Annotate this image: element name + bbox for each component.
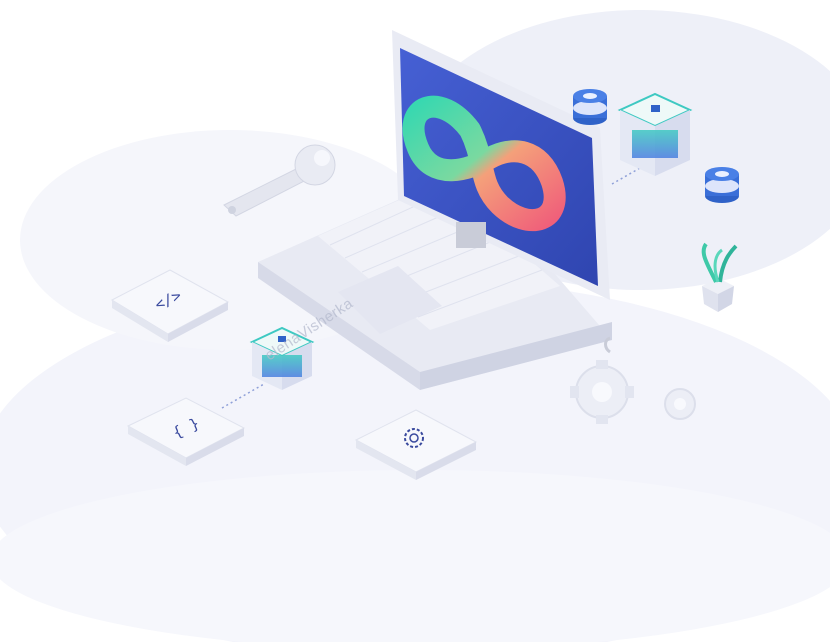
database-icon-right xyxy=(705,167,739,203)
database-icon xyxy=(573,89,607,125)
hinge-block xyxy=(456,222,486,248)
devops-illustration: </> { } xyxy=(0,10,830,642)
